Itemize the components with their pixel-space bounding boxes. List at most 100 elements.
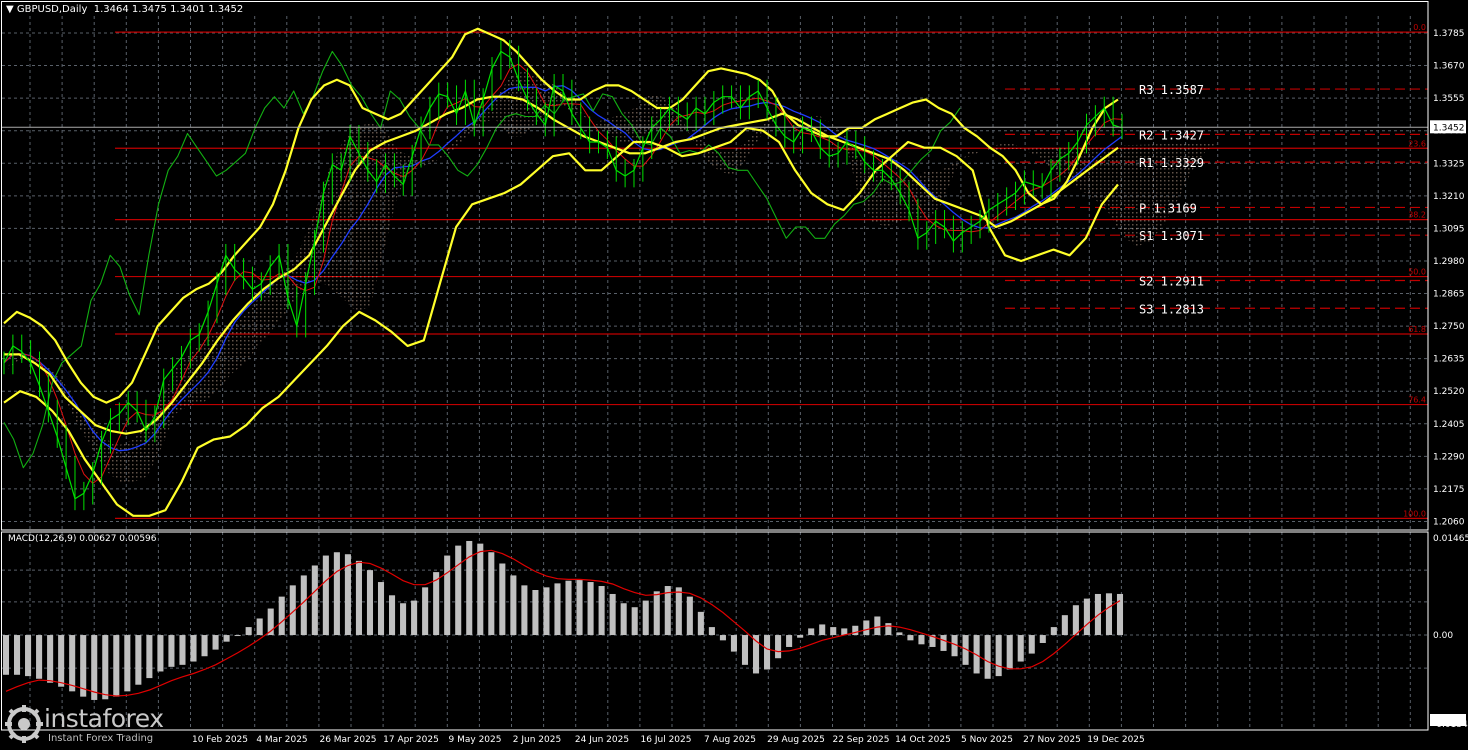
macd-bar: [212, 635, 219, 650]
price-tick-label: 1.2060: [1433, 518, 1465, 528]
macd-bar: [223, 635, 230, 642]
price-tick-label: 1.3555: [1433, 94, 1465, 104]
macd-bar: [58, 635, 65, 687]
macd-bar: [863, 620, 870, 636]
fib-label: 61.8: [1408, 325, 1426, 334]
pivot-label: S2 1.2911: [1139, 275, 1204, 289]
macd-bar: [510, 575, 517, 636]
macd-bar: [333, 552, 340, 636]
macd-bar: [1105, 593, 1113, 636]
fib-label: 23.6: [1408, 139, 1426, 148]
price-tick-label: 1.2520: [1433, 387, 1465, 397]
pivot-label: R3 1.3587: [1139, 83, 1204, 97]
macd-bar: [466, 540, 473, 636]
time-tick-label: 10 Feb 2025: [192, 735, 248, 745]
price-tick-label: 1.3210: [1433, 192, 1465, 202]
macd-bar: [190, 635, 197, 662]
price-tick-label: 1.3325: [1433, 159, 1465, 169]
time-tick-label: 27 Nov 2025: [1023, 735, 1081, 745]
macd-bar: [1116, 593, 1124, 636]
macd-bar: [730, 635, 737, 652]
brand-name: instaforex: [44, 704, 164, 733]
macd-bar: [69, 635, 76, 692]
macd-bar: [444, 555, 451, 636]
macd-bar: [697, 611, 704, 636]
time-tick-label: 22 Sep 2025: [832, 735, 889, 745]
macd-bar: [1039, 635, 1046, 643]
macd-bar: [631, 607, 638, 636]
price-tick-label: 1.2865: [1433, 290, 1465, 300]
fib-label: 76.4: [1408, 396, 1426, 405]
macd-bar: [907, 635, 914, 641]
current-price-label: 1.3452: [1433, 123, 1465, 133]
macd-bar: [124, 635, 131, 692]
macd-bar: [245, 627, 252, 636]
fib-label: 100.0: [1403, 509, 1426, 518]
fib-label: 38.2: [1408, 211, 1426, 220]
time-tick-label: 7 Aug 2025: [704, 735, 756, 745]
macd-bar: [157, 635, 164, 672]
ohlc-values: 1.3464 1.3475 1.3401 1.3452: [93, 4, 244, 15]
macd-bar: [896, 632, 903, 636]
macd-bar: [775, 635, 782, 659]
macd-bar: [1050, 627, 1057, 636]
macd-bar: [521, 585, 528, 636]
macd-bar: [786, 635, 793, 647]
macd-bar: [2, 635, 10, 675]
macd-bar: [918, 635, 925, 645]
macd-bar: [168, 635, 175, 667]
price-tick-label: 1.3095: [1433, 224, 1465, 234]
time-tick-label: 29 Aug 2025: [767, 735, 825, 745]
symbol-label: GBPUSD,Daily: [16, 4, 88, 15]
chart-canvas: 0.0 23.6 38.2 50.0 61.8 76.4 100.0 R3 1.3587 R2…: [0, 0, 1468, 750]
price-tick-label: 1.2405: [1433, 420, 1465, 430]
macd-bar: [477, 543, 484, 636]
macd-bar: [13, 635, 21, 675]
pivot-label: R2 1.3427: [1139, 128, 1204, 142]
time-tick-label: 26 Mar 2025: [319, 735, 376, 745]
macd-bar: [1006, 635, 1013, 670]
macd-bar: [499, 563, 506, 636]
macd-header: MACD(12,26,9) 0.00627 0.00596: [8, 534, 157, 544]
fib-label: 50.0: [1408, 268, 1426, 277]
macd-bar: [609, 593, 616, 636]
macd-bar: [554, 583, 561, 636]
macd-bar: [587, 582, 594, 636]
macd-bar: [389, 595, 396, 636]
macd-bar: [741, 635, 749, 665]
macd-bar: [455, 545, 462, 636]
macd-bar: [400, 603, 407, 636]
macd-bar: [1083, 598, 1090, 636]
time-tick-label: 17 Apr 2025: [383, 735, 439, 745]
brand-tagline: Instant Forex Trading: [48, 733, 154, 744]
fib-label: 0.0: [1413, 23, 1426, 32]
time-tick-label: 24 Jun 2025: [575, 735, 629, 745]
macd-bar: [422, 587, 429, 636]
macd-bar: [984, 635, 991, 679]
macd-bar: [25, 635, 32, 677]
macd-bar: [852, 625, 859, 636]
price-tick-label: 1.2290: [1433, 452, 1465, 462]
macd-bar: [797, 635, 804, 638]
macd-bar: [940, 635, 947, 651]
macd-tick-label: 0.01465: [1433, 534, 1468, 544]
macd-bar: [411, 600, 418, 636]
macd-bar: [201, 635, 208, 657]
macd-bar: [808, 628, 815, 636]
macd-bar: [278, 596, 285, 636]
macd-bar: [1061, 615, 1068, 636]
time-tick-label: 16 Jul 2025: [641, 735, 692, 745]
macd-bar: [543, 587, 550, 636]
price-tick-label: 1.2750: [1433, 322, 1465, 332]
macd-bar: [995, 635, 1002, 677]
time-tick-label: 9 May 2025: [449, 735, 502, 745]
macd-bar: [366, 570, 374, 636]
macd-bar: [642, 600, 649, 636]
macd-bar: [234, 635, 241, 637]
pivot-label: S3 1.2813: [1139, 302, 1204, 316]
macd-bar: [1017, 635, 1024, 662]
macd-bar: [179, 635, 186, 665]
macd-tick-label: 0.00: [1433, 631, 1453, 641]
macd-bar: [565, 580, 572, 636]
macd-bar: [256, 618, 263, 636]
